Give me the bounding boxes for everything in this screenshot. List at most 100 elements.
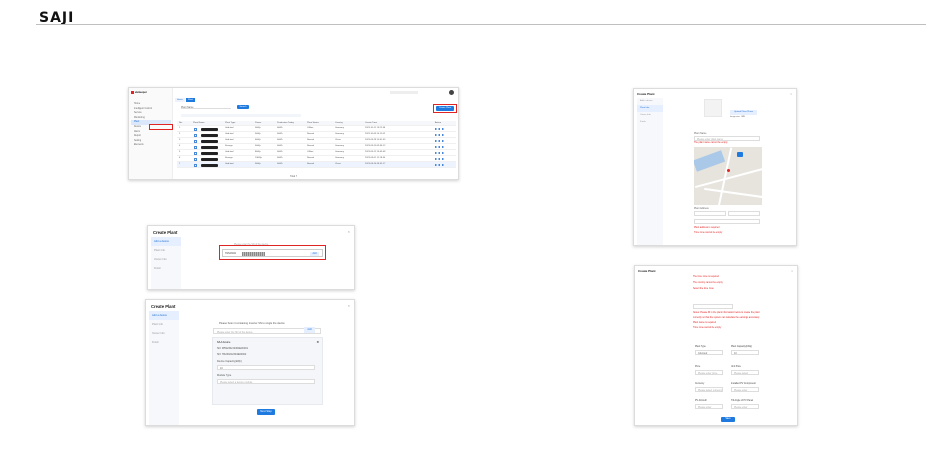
row-actions-icon[interactable] [435,139,444,142]
plant-icon [194,139,197,143]
currency-select[interactable]: Please select currency [695,387,723,392]
col-plant-type: Plant Type [225,122,236,124]
upload-photo-button[interactable]: Upload Plant Photo [730,110,757,115]
avatar[interactable] [449,90,454,95]
unit-price-select[interactable]: Please select [731,370,759,375]
row-actions-icon[interactable] [435,163,444,166]
plant-name-redacted[interactable] [201,139,218,143]
map-road [704,187,762,198]
plant-name-input[interactable]: Please enter plant name [694,136,760,141]
capacity-value: 10 [220,367,223,370]
cell-status: Normal [307,139,315,141]
sidebar-item-elements[interactable]: Elements [131,143,171,148]
tab-plant[interactable]: Plant [185,98,195,102]
warning-line: Plant name is required [693,322,716,324]
cell-power: 0kWp [255,127,261,129]
plant-name-redacted[interactable] [201,145,218,149]
cell-no: 3 [179,139,181,141]
tilt-input[interactable]: Please enter [731,404,759,409]
cell-status: Normal [307,133,315,135]
col-production-today: Production Today [277,122,294,124]
step-finish[interactable]: Finish [149,338,179,347]
step-owner-info[interactable]: Owner Info [637,112,663,119]
row-actions-icon[interactable] [435,151,444,154]
add-button[interactable]: Add [304,327,315,333]
toolbar-icons[interactable] [390,91,418,94]
map[interactable] [694,147,762,205]
device-sn-2: SN: HS2302J2304E00002 [217,353,247,356]
plant-table: No. Plant Name Plant Type Power Producti… [177,121,456,168]
col-country: Country [335,122,343,124]
row-actions-icon[interactable] [435,157,444,160]
sn-redacted [242,251,265,256]
step-owner-info[interactable]: Owner Info [149,329,179,338]
capacity-input[interactable]: 10 [217,365,315,370]
step-add-device[interactable]: Add a device [637,98,663,105]
module-select[interactable]: Please select a device module [217,379,315,384]
cell-time: 2023-08-24 08:52:17 [365,163,386,165]
locate-icon[interactable] [737,152,743,157]
tab-home[interactable]: Home [175,98,185,102]
step-plant-info[interactable]: Plant Info [637,105,663,112]
address-input-3[interactable] [694,219,760,224]
save-button[interactable]: Save [721,417,735,422]
plant-name-redacted[interactable] [201,163,218,167]
plant-type-select[interactable]: Grid-tied [695,350,723,355]
capacity-label: Device Capacity(kWp) [217,360,242,363]
filter-row[interactable] [181,114,301,117]
cell-country: Germany [335,157,344,159]
plant-type-value: Grid-tied [698,352,708,355]
remove-device-icon[interactable]: ✖ [316,340,319,344]
cell-today: 0kWh [277,133,283,135]
currency-label: Currency [695,383,705,385]
azimuth-label: PV Azimuth [695,400,707,402]
cell-type: Grid-tied [225,139,234,141]
cell-time: 2023-09-20 09:36:12 [365,145,386,147]
plant-name-redacted[interactable] [201,133,218,137]
address-input-1[interactable] [694,211,726,216]
close-icon[interactable]: × [791,269,793,273]
row-actions-icon[interactable] [435,127,444,130]
address-warning: Plant address is required [694,227,720,229]
close-icon[interactable]: × [348,303,350,308]
capacity-input[interactable]: 10 [731,350,759,355]
address-input-2[interactable] [728,211,760,216]
plant-name-search-input[interactable]: Plant Name [181,105,231,109]
cell-time: 2023-10-09 14:11:02 [365,133,386,135]
close-icon[interactable]: × [348,229,350,234]
row-actions-icon[interactable] [435,145,444,148]
pv-component-input[interactable]: Please enter [731,387,759,392]
warning-line: Notes: Please fill in the plant informat… [693,312,760,314]
step-plant-info[interactable]: Plant Info [149,320,179,329]
plant-name-redacted[interactable] [201,157,218,161]
search-button[interactable]: Search [237,105,249,109]
steps-sidebar: Add a device Plant Info Owner Info Finis… [149,311,179,425]
cell-no: 6 [179,157,181,159]
price-input[interactable]: Please enter price [695,370,723,375]
step-add-device[interactable]: Add a device [151,237,181,246]
next-step-button[interactable]: Next Step [257,409,275,415]
step-finish[interactable]: Finish [637,119,663,126]
step-plant-info[interactable]: Plant Info [151,246,181,255]
sn-input[interactable]: H1S2302J Add [222,249,323,257]
pagination[interactable]: Total 7 [290,175,297,178]
add-button[interactable]: Add [310,251,319,256]
azimuth-input[interactable]: Please enter [695,404,723,409]
price-label: Price [695,366,701,368]
row-actions-icon[interactable] [435,133,444,136]
step-owner-info[interactable]: Owner Info [151,255,181,264]
plant-type-label: Plant Type [695,346,706,348]
timezone-select[interactable] [693,304,733,309]
plant-name-redacted[interactable] [201,127,218,131]
table-row[interactable]: 7 Grid-tied 3kWp 0kWh Normal China 2023-08-24 … [177,162,456,168]
plant-name-redacted[interactable] [201,151,218,155]
header-divider [36,24,926,25]
step-finish[interactable]: Finish [151,264,181,273]
step-add-device[interactable]: Add a device [149,311,179,320]
cell-country: Germany [335,127,344,129]
close-icon[interactable]: × [790,92,792,96]
plant-icon [194,151,197,155]
cell-no: 5 [179,151,181,153]
col-create-time: Create Time [365,122,377,124]
plant-photo-placeholder[interactable] [704,99,722,117]
